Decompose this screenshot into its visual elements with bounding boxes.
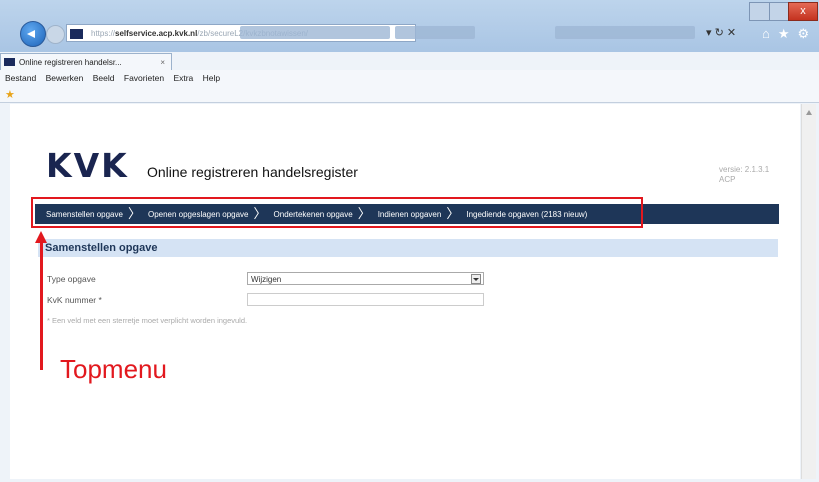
type-opgave-select[interactable]: Wijzigen	[247, 272, 484, 285]
type-opgave-value: Wijzigen	[251, 275, 282, 284]
scrollbar[interactable]	[801, 104, 816, 479]
back-button[interactable]	[20, 21, 46, 47]
annotation-arrow	[40, 240, 43, 370]
forward-button[interactable]	[46, 25, 65, 44]
annotation-label: Topmenu	[60, 354, 167, 384]
blurred-tab	[240, 26, 390, 39]
tab-favicon-icon	[4, 58, 15, 66]
address-tools[interactable]: ▾ ↻ ✕	[706, 26, 736, 39]
tab-close-icon[interactable]: ×	[160, 54, 165, 71]
kvk-nummer-input[interactable]	[247, 293, 484, 306]
maximize-button[interactable]	[769, 2, 789, 21]
close-window-button[interactable]: x	[788, 2, 818, 21]
topmenu-highlight	[31, 197, 643, 228]
site-favicon-icon	[69, 28, 84, 40]
menu-bestand[interactable]: Bestand	[5, 73, 36, 83]
menu-help[interactable]: Help	[203, 73, 220, 83]
menu-beeld[interactable]: Beeld	[93, 73, 115, 83]
page-title: Online registreren handelsregister	[147, 164, 358, 180]
nav-icons[interactable]: ⌂★⚙	[762, 26, 817, 42]
menu-favorieten[interactable]: Favorieten	[124, 73, 164, 83]
favorites-bar: ★	[0, 86, 819, 103]
minimize-button[interactable]	[749, 2, 770, 21]
url-host: selfservice.acp.kvk.nl	[115, 29, 198, 38]
tab-title: Online registreren handelsr...	[19, 58, 122, 67]
dropdown-arrow-icon[interactable]	[471, 274, 481, 284]
blurred-tab	[395, 26, 475, 39]
version-env: ACP	[719, 175, 736, 184]
blurred-tab	[555, 26, 695, 39]
browser-menubar: Bestand Bewerken Beeld Favorieten Extra …	[0, 70, 819, 86]
menu-extra[interactable]: Extra	[173, 73, 193, 83]
section-title: Samenstellen opgave	[45, 242, 158, 254]
menu-bewerken[interactable]: Bewerken	[46, 73, 84, 83]
favorites-star-icon[interactable]: ★	[5, 88, 15, 101]
kvk-nummer-label: KvK nummer *	[47, 295, 102, 305]
version-info: versie: 2.1.3.1 ACP	[719, 165, 769, 185]
required-note: * Een veld met een sterretje moet verpli…	[47, 316, 248, 325]
browser-tab[interactable]: Online registreren handelsr... ×	[0, 53, 172, 70]
kvk-logo: KVK	[46, 146, 129, 185]
type-opgave-label: Type opgave	[47, 274, 96, 284]
url-prefix: https://	[91, 29, 116, 38]
version-number: versie: 2.1.3.1	[719, 165, 770, 174]
